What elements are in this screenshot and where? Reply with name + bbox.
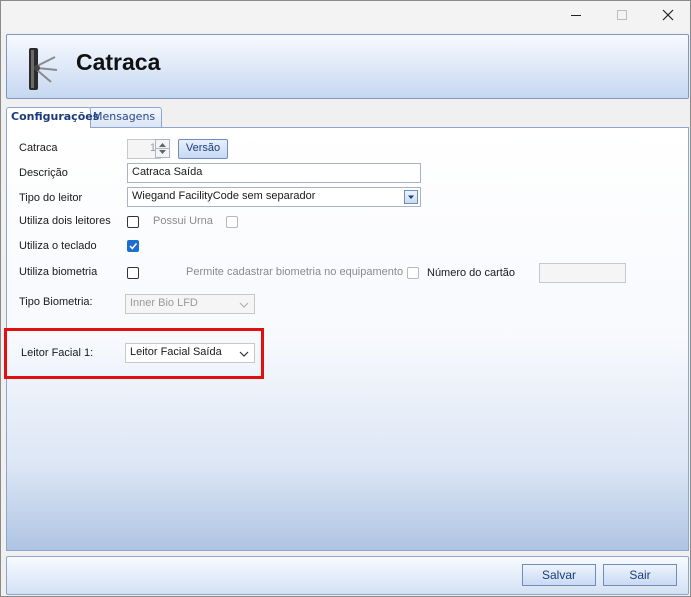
turnstile-icon	[29, 48, 58, 90]
catraca-stepper[interactable]	[155, 139, 170, 158]
maximize-button[interactable]	[599, 1, 645, 29]
dois-leitores-label: Utiliza dois leitores	[19, 215, 111, 227]
tab-mensagens[interactable]: Mensagens	[88, 107, 162, 127]
tipo-leitor-select[interactable]: Wiegand FacilityCode sem separador	[127, 187, 421, 207]
catraca-label: Catraca	[19, 142, 58, 154]
numero-cartao-input[interactable]	[539, 263, 626, 283]
teclado-checkbox[interactable]	[127, 240, 139, 252]
save-button[interactable]: Salvar	[522, 564, 596, 586]
close-button[interactable]	[645, 1, 691, 29]
biometria-checkbox[interactable]	[127, 267, 139, 279]
numero-cartao-label: Número do cartão	[427, 267, 516, 279]
possui-urna-label: Possui Urna	[153, 215, 213, 227]
chevron-down-icon	[239, 302, 249, 308]
footer-bar: Salvar Sair	[6, 556, 689, 595]
minimize-button[interactable]	[553, 1, 599, 29]
biometria-label: Utiliza biometria	[19, 266, 98, 278]
versao-button[interactable]: Versão	[178, 139, 228, 159]
descricao-label: Descrição	[19, 167, 68, 179]
descricao-input[interactable]: Catraca Saída	[127, 163, 421, 183]
exit-button[interactable]: Sair	[603, 564, 677, 586]
tipo-leitor-dropdown-button[interactable]	[404, 190, 418, 204]
tipo-biometria-label: Tipo Biometria:	[19, 296, 93, 308]
dropdown-arrow-icon	[408, 195, 414, 199]
close-icon	[662, 9, 674, 21]
tipo-biometria-value: Inner Bio LFD	[130, 297, 198, 309]
minimize-icon	[571, 15, 581, 16]
dialog-window: Catraca Configurações Mensagens Catraca …	[0, 0, 691, 597]
page-title: Catraca	[76, 49, 161, 75]
title-bar	[1, 1, 690, 32]
dois-leitores-checkbox[interactable]	[127, 216, 139, 228]
checkmark-icon	[129, 243, 138, 250]
tipo-biometria-select[interactable]: Inner Bio LFD	[125, 294, 255, 314]
numero-cartao-checkbox[interactable]	[407, 267, 419, 279]
header-banner: Catraca	[6, 34, 689, 99]
stepper-arrows-icon	[156, 143, 169, 154]
teclado-label: Utiliza o teclado	[19, 240, 97, 252]
tipo-leitor-label: Tipo do leitor	[19, 192, 83, 204]
tab-configuracoes[interactable]: Configurações	[6, 107, 99, 128]
highlight-box	[4, 328, 264, 379]
maximize-icon	[617, 10, 627, 20]
cadastrar-biometria-label: Permite cadastrar biometria no equipamen…	[186, 266, 404, 278]
possui-urna-checkbox[interactable]	[226, 216, 238, 228]
